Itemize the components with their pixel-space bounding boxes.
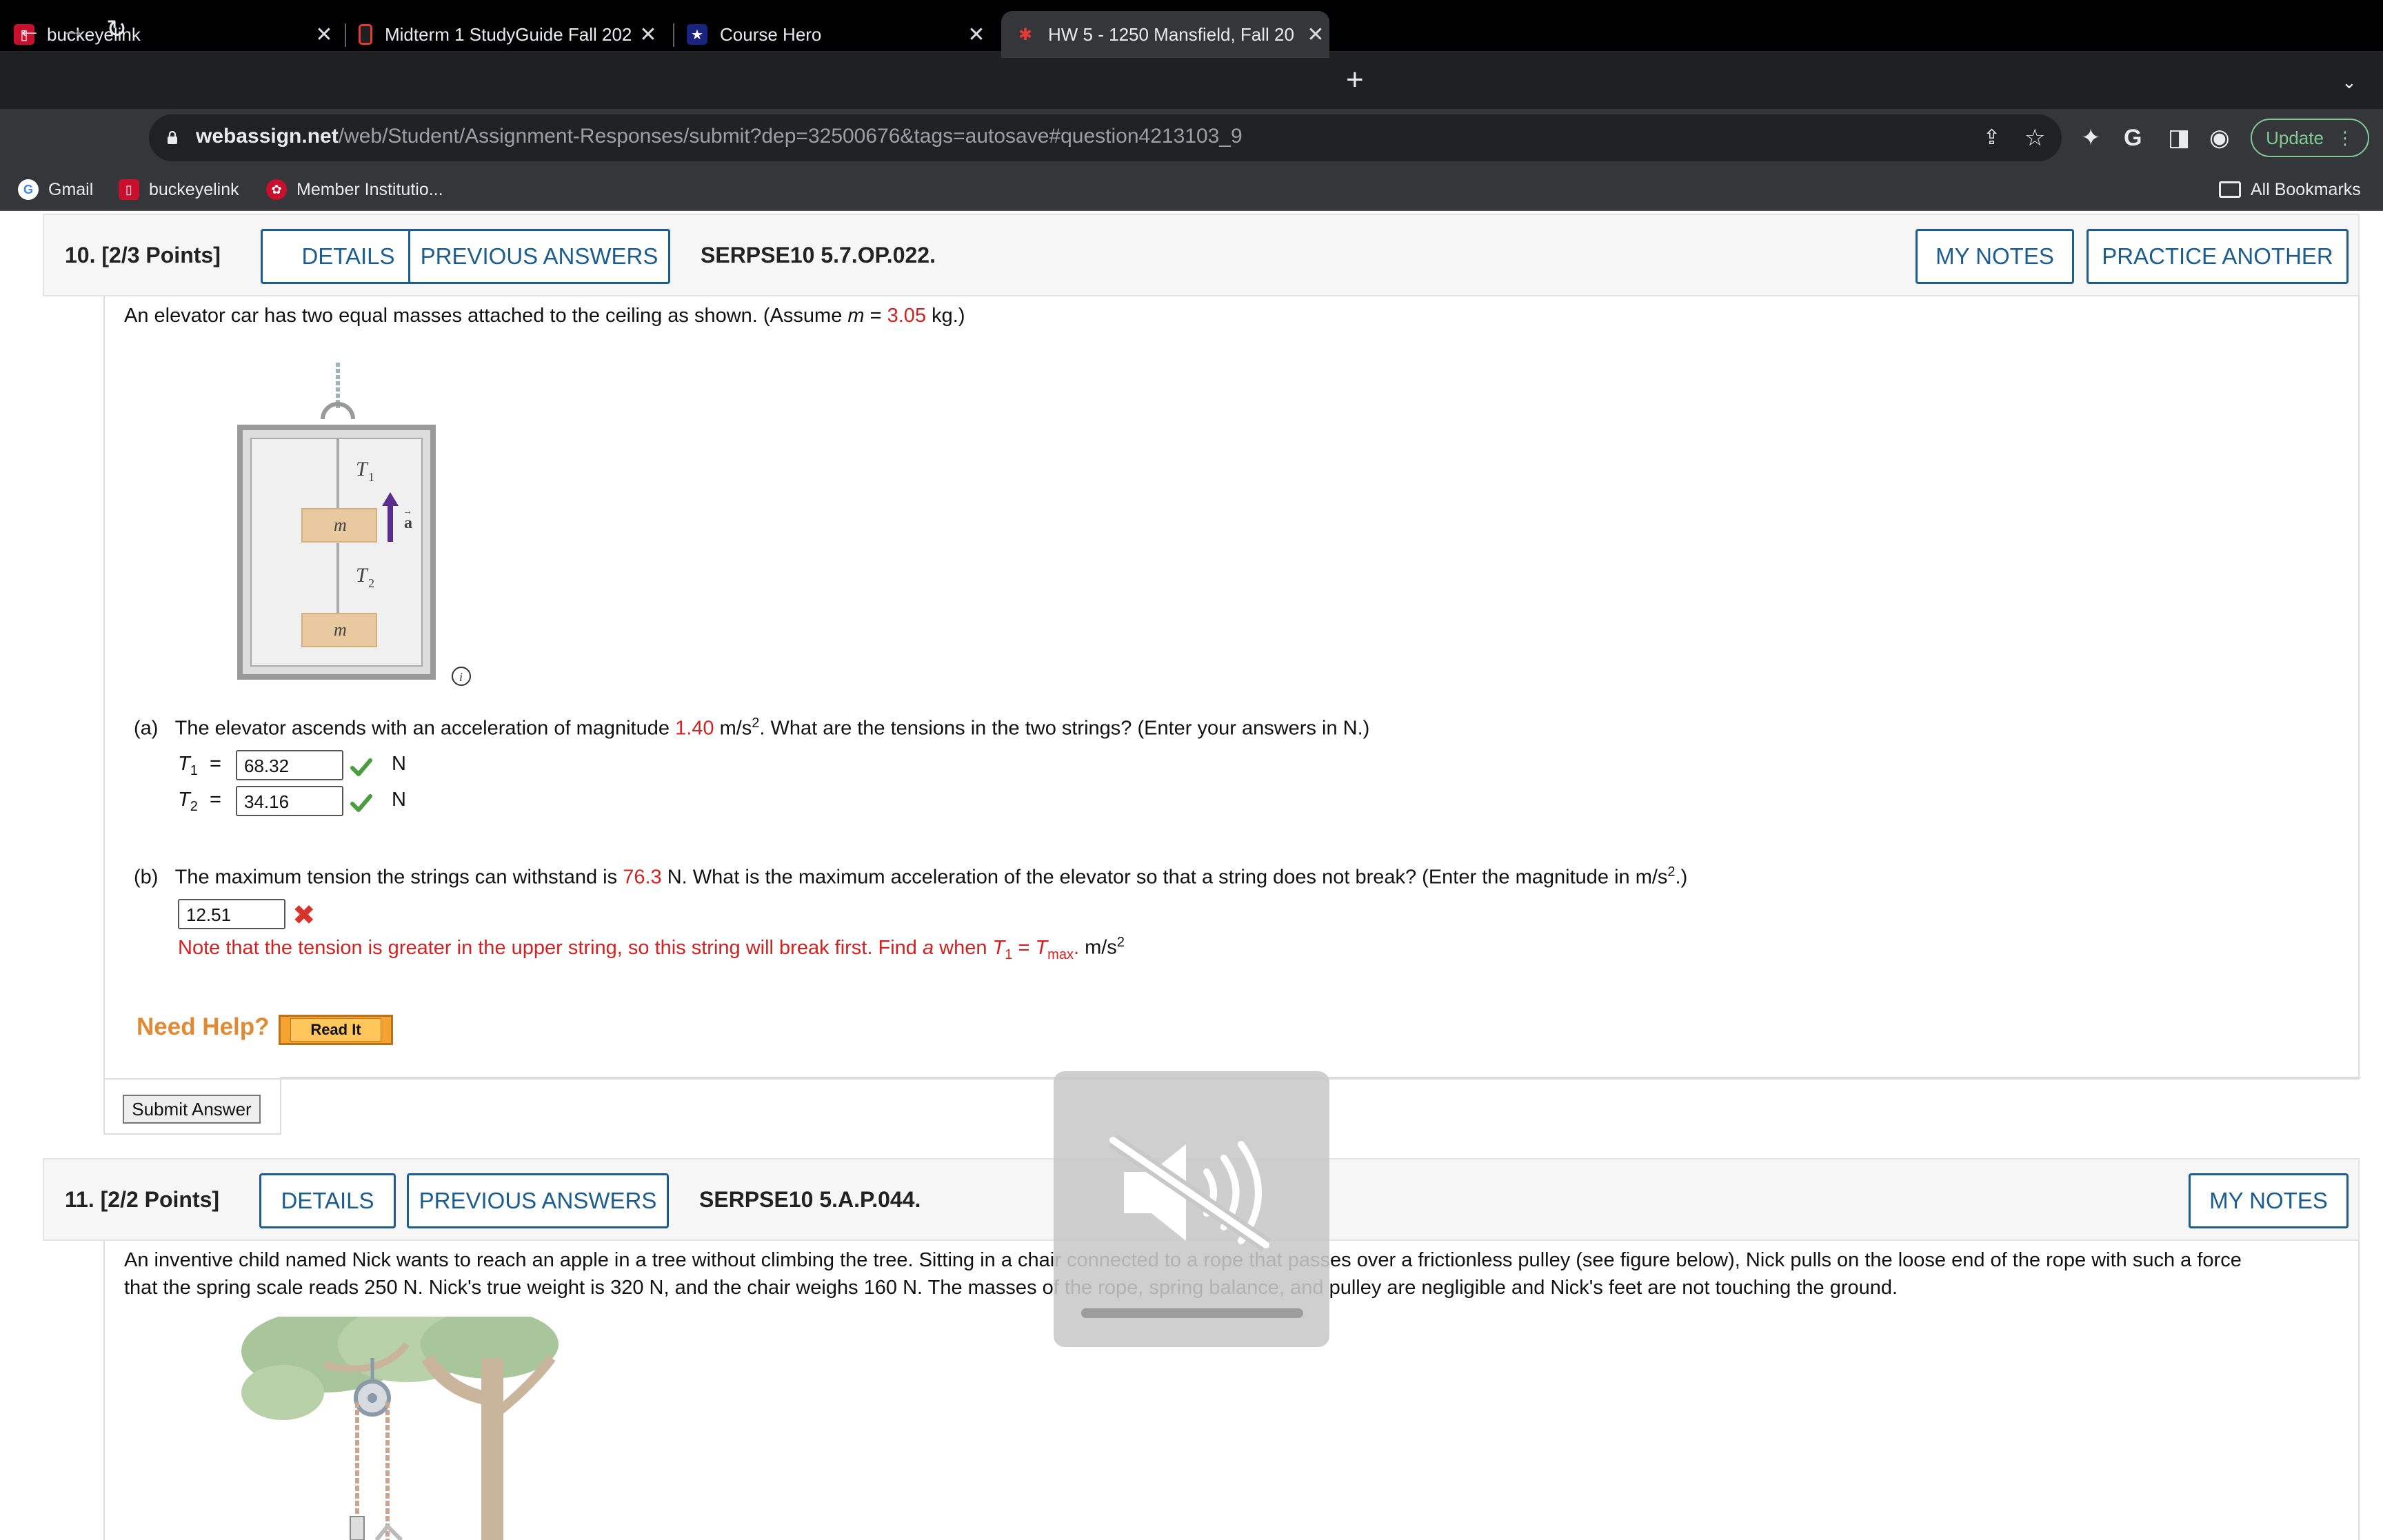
tab-separator — [673, 23, 674, 47]
unit-label: N — [392, 753, 406, 775]
document-icon — [359, 24, 372, 45]
bookmark-buckeyelink[interactable]: ▯ buckeyelink — [119, 178, 239, 201]
unit-label: N — [392, 789, 406, 811]
star-icon: ★ — [687, 24, 707, 45]
mass-label: m — [334, 515, 347, 535]
tab-separator — [345, 23, 346, 47]
tab-course-hero[interactable]: ★ Course Hero ✕ — [687, 11, 990, 58]
bookmark-label: Gmail — [48, 179, 94, 199]
t2-answer-field[interactable]: 34.16 — [236, 786, 343, 816]
part-a-prompt: (a) The elevator ascends with an acceler… — [134, 716, 1370, 740]
url-path: /web/Student/Assignment-Responses/submit… — [338, 125, 1243, 148]
svg-text:1: 1 — [368, 470, 374, 484]
google-icon: G — [18, 179, 39, 200]
question-number: 10. [2/3 Points] — [65, 243, 221, 267]
folder-icon — [2219, 181, 2241, 198]
question-intro: An elevator car has two equal masses att… — [124, 305, 965, 327]
t2-label: T — [356, 564, 369, 587]
pulley-tree-figure — [241, 1317, 559, 1540]
max-acceleration-field[interactable]: 12.51 — [178, 899, 285, 929]
update-label: Update — [2266, 127, 2324, 148]
question-number: 11. [2/2 Points] — [65, 1187, 220, 1212]
t1-label: T — [356, 458, 369, 480]
my-notes-button[interactable]: MY NOTES — [2189, 1173, 2349, 1228]
tab-midterm[interactable]: Midterm 1 StudyGuide Fall 202 ✕ — [359, 11, 662, 58]
submit-answer-button[interactable]: Submit Answer — [123, 1095, 261, 1124]
my-notes-button[interactable]: MY NOTES — [1916, 229, 2074, 284]
extensions-icon[interactable]: ✦ — [2081, 124, 2101, 152]
previous-answers-button[interactable]: PREVIOUS ANSWERS — [407, 1173, 669, 1228]
bookmark-label: buckeyelink — [149, 179, 239, 199]
more-menu-icon: ⋮ — [2335, 127, 2354, 148]
elevator-figure: T 1 T 2 m m a → — [237, 363, 436, 680]
close-icon[interactable]: ✕ — [634, 23, 662, 47]
url-text[interactable]: webassign.net/web/Student/Assignment-Res… — [196, 125, 1243, 148]
equals-sign: = — [210, 789, 221, 811]
tab-title: HW 5 - 1250 Mansfield, Fall 20 — [1048, 23, 1294, 45]
url-host: webassign.net — [196, 125, 339, 148]
feedback-hint: Note that the tension is greater in the … — [178, 935, 1125, 962]
question-code: SERPSE10 5.7.OP.022. — [701, 243, 936, 267]
info-icon[interactable]: i — [451, 666, 472, 687]
incorrect-x-icon: ✖ — [292, 900, 316, 931]
question-10-header: 10. [2/3 Points] DETAILS PREVIOUS ANSWER… — [43, 214, 2360, 296]
lock-icon — [168, 131, 177, 144]
t1-variable: T1 — [178, 753, 198, 778]
question-code: SERPSE10 5.A.P.044. — [699, 1187, 921, 1212]
details-button[interactable]: DETAILS — [259, 1173, 396, 1228]
equals-sign: = — [210, 753, 221, 775]
new-tab-button[interactable]: + — [1346, 65, 1364, 95]
all-bookmarks[interactable]: All Bookmarks — [2219, 178, 2361, 201]
forward-icon[interactable]: → — [61, 15, 86, 43]
correct-check-icon — [350, 758, 372, 776]
svg-text:→: → — [403, 505, 412, 516]
part-b-prompt: (b) The maximum tension the strings can … — [134, 864, 1688, 889]
t1-answer-field[interactable]: 68.32 — [236, 750, 343, 780]
update-button[interactable]: Update ⋮ — [2251, 119, 2369, 157]
bookmark-star-icon[interactable]: ☆ — [2024, 124, 2045, 152]
tab-title: Course Hero — [720, 23, 822, 45]
member-institution-icon: ✿ — [266, 179, 287, 200]
chevron-down-icon[interactable]: ⌄ — [2342, 72, 2357, 93]
need-help-label: Need Help? — [137, 1013, 270, 1040]
practice-another-button[interactable]: PRACTICE ANOTHER — [2087, 229, 2349, 284]
bookmark-label: Member Institutio... — [296, 179, 443, 199]
read-it-label: Read It — [290, 1018, 381, 1042]
close-icon[interactable]: ✕ — [1302, 23, 1329, 47]
acceleration-label: a — [404, 514, 412, 532]
t2-variable: T2 — [178, 789, 198, 814]
profile-avatar-icon[interactable]: ◉ — [2209, 124, 2230, 152]
svg-text:i: i — [459, 670, 463, 684]
bookmark-member-institution[interactable]: ✿ Member Institutio... — [266, 178, 443, 201]
volume-bar — [1081, 1308, 1303, 1318]
tab-title: Midterm 1 StudyGuide Fall 202 — [385, 23, 632, 45]
read-it-button[interactable]: Read It — [279, 1015, 393, 1045]
bookmark-gmail[interactable]: G Gmail — [18, 178, 93, 201]
tab-bar — [0, 51, 2383, 109]
close-icon[interactable]: ✕ — [310, 23, 338, 47]
close-icon[interactable]: ✕ — [963, 23, 990, 47]
share-icon[interactable]: ⇪ — [1983, 124, 2000, 152]
bookmark-label: All Bookmarks — [2251, 179, 2361, 199]
mass-label: m — [334, 620, 347, 640]
question-text-line: that the spring scale reads 250 N. Nick'… — [124, 1277, 1898, 1299]
side-panel-icon[interactable]: ◨ — [2168, 124, 2190, 152]
correct-check-icon — [350, 794, 372, 812]
webassign-icon: ✱ — [1018, 25, 1033, 44]
svg-text:2: 2 — [368, 576, 374, 590]
tab-webassign-hw5[interactable]: ✱ HW 5 - 1250 Mansfield, Fall 20 ✕ — [1001, 11, 1329, 58]
tab-title: buckeyelink — [47, 23, 141, 45]
buckeyelink-icon: ▯ — [119, 179, 139, 200]
back-icon[interactable]: ← — [17, 15, 41, 43]
grammarly-g-icon[interactable]: G — [2124, 124, 2142, 152]
previous-answers-button[interactable]: PREVIOUS ANSWERS — [408, 229, 670, 284]
muted-speaker-icon — [1108, 1133, 1271, 1252]
reload-icon[interactable]: ↻ — [106, 15, 127, 43]
